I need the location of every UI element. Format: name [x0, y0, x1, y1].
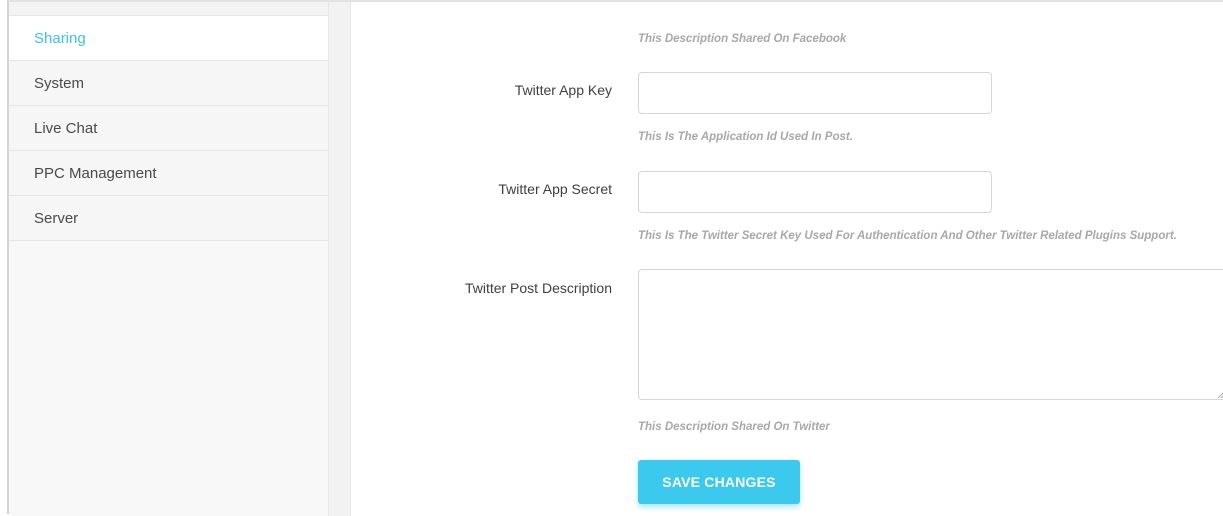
- twitter-app-key-help: This Is The Application Id Used In Post.: [638, 131, 853, 143]
- twitter-app-secret-label: Twitter App Secret: [498, 181, 612, 197]
- twitter-app-secret-input[interactable]: [638, 171, 992, 213]
- twitter-app-secret-help: This Is The Twitter Secret Key Used For …: [638, 230, 1177, 242]
- panel-divider: [329, 2, 351, 516]
- twitter-post-description-help: This Description Shared On Twitter: [638, 421, 830, 433]
- sidebar-item-live-chat[interactable]: Live Chat: [9, 106, 328, 151]
- twitter-post-description-label: Twitter Post Description: [464, 280, 612, 296]
- twitter-app-key-input[interactable]: [638, 72, 992, 114]
- sidebar-item-server[interactable]: Server: [9, 196, 328, 241]
- sidebar-item-system[interactable]: System: [9, 61, 328, 106]
- twitter-post-description-textarea[interactable]: [638, 269, 1223, 400]
- sidebar-item-sharing[interactable]: Sharing: [9, 16, 328, 61]
- sidebar-item-ppc-management[interactable]: PPC Management: [9, 151, 328, 196]
- settings-sidebar: Sharing System Live Chat PPC Management …: [9, 2, 329, 516]
- sidebar-top-edge: [9, 2, 328, 16]
- facebook-description-help: This Description Shared On Facebook: [638, 33, 847, 45]
- save-changes-button[interactable]: SAVE CHANGES: [638, 460, 800, 504]
- twitter-app-key-label: Twitter App Key: [514, 82, 612, 98]
- sharing-settings-form: This Description Shared On Facebook Twit…: [352, 2, 1223, 516]
- resize-grip-icon[interactable]: [1218, 392, 1223, 398]
- settings-panel: Sharing System Live Chat PPC Management …: [7, 0, 1223, 516]
